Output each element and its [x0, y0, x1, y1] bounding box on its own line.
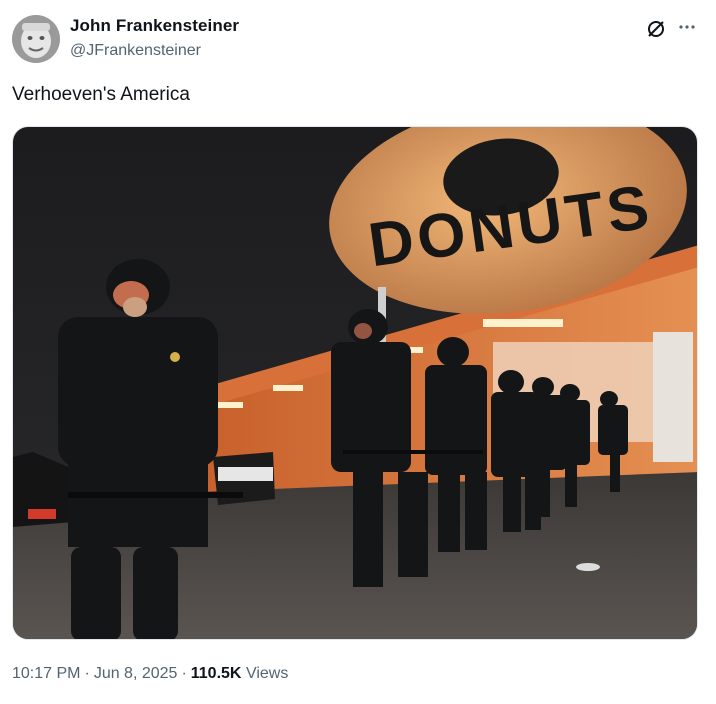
photo-scene: DONUTS: [13, 127, 697, 639]
meta-separator: ·: [181, 665, 187, 682]
meta-separator: ·: [84, 665, 90, 682]
avatar-image: [12, 15, 60, 63]
tweet-photo[interactable]: DONUTS: [12, 126, 698, 640]
grok-icon[interactable]: [645, 18, 667, 40]
author-name[interactable]: John Frankensteiner: [70, 16, 239, 36]
tweet-date[interactable]: Jun 8, 2025: [94, 665, 178, 682]
tweet-meta: 10:17 PM · Jun 8, 2025 · 110.5K Views: [12, 665, 288, 683]
author-avatar[interactable]: [12, 15, 60, 63]
tweet-text: Verhoeven's America: [12, 84, 190, 105]
tweet-time[interactable]: 10:17 PM: [12, 665, 80, 682]
more-options-icon[interactable]: [676, 16, 698, 38]
views-count[interactable]: 110.5K: [191, 665, 242, 682]
views-label: Views: [245, 665, 289, 682]
author-handle[interactable]: @JFrankensteiner: [70, 42, 201, 60]
